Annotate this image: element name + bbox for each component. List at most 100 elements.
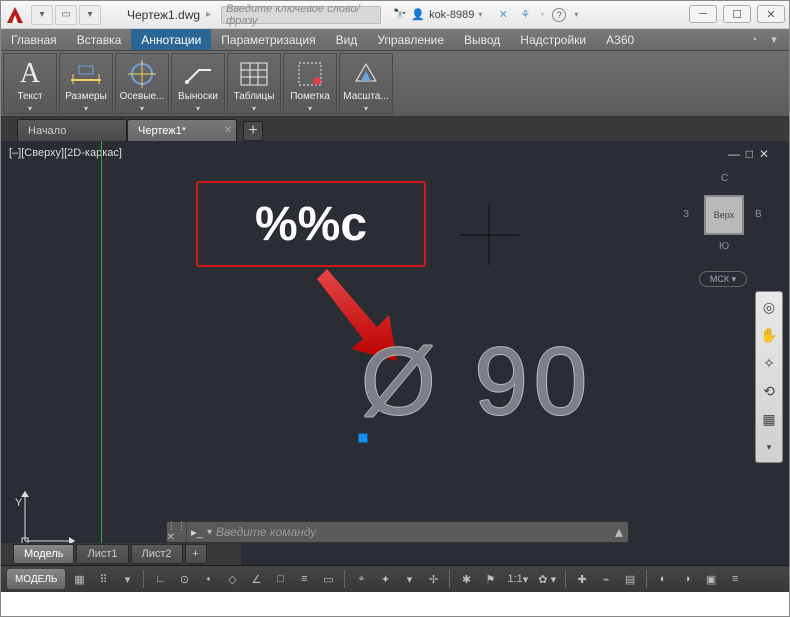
- maximize-window-button[interactable]: ☐: [723, 5, 751, 23]
- viewcube-face[interactable]: Верх: [704, 195, 744, 235]
- menu-tab-manage[interactable]: Управление: [367, 29, 454, 50]
- new-tab-button[interactable]: +: [243, 121, 263, 141]
- search-input[interactable]: Введите ключевое слово/фразу: [221, 6, 381, 24]
- panel-centerlines[interactable]: Осевые... ▾: [115, 53, 169, 114]
- quick-access-toolbar: ▾ ▭ ▾: [31, 5, 101, 25]
- panel-leaders[interactable]: Выноски ▾: [171, 53, 225, 114]
- command-line[interactable]: ⋮⋮ ✕ ▸_ ▾ Введите команду ▴: [166, 521, 629, 543]
- transparency-icon[interactable]: ▭: [318, 569, 338, 589]
- app-logo-icon[interactable]: [5, 5, 25, 25]
- layout-tab-bar: Модель Лист1 Лист2 +: [1, 543, 241, 565]
- panel-dimensions[interactable]: Размеры ▾: [59, 53, 113, 114]
- viewport-close-icon[interactable]: ✕: [759, 147, 769, 161]
- quick-properties-icon[interactable]: ▤: [620, 569, 640, 589]
- layout-tab-model[interactable]: Модель: [13, 544, 74, 564]
- menu-tab-view[interactable]: Вид: [326, 29, 368, 50]
- view-cube[interactable]: С Ю З В Верх МСК ▾: [679, 167, 769, 287]
- otrack-icon[interactable]: □: [270, 569, 290, 589]
- viewport-minimize-icon[interactable]: —: [728, 147, 740, 161]
- osnap-icon[interactable]: ◇: [222, 569, 242, 589]
- chevron-down-icon: ▾: [252, 104, 256, 113]
- ribbon: A Текст ▾ Размеры ▾ Осевые... ▾ Выноски …: [1, 51, 789, 117]
- clean-screen-icon[interactable]: ▣: [701, 569, 721, 589]
- viewport-maximize-icon[interactable]: □: [746, 147, 753, 161]
- title-bar: ▾ ▭ ▾ Чертеж1.dwg ▸ Введите ключевое сло…: [1, 1, 789, 29]
- command-history-icon[interactable]: ▴: [610, 522, 628, 542]
- lineweight-icon[interactable]: ≡: [294, 569, 314, 589]
- share-icon[interactable]: ⚘: [518, 8, 532, 22]
- table-icon: [240, 58, 268, 90]
- pan-icon[interactable]: ✋: [758, 324, 780, 346]
- layout-tab-sheet1[interactable]: Лист1: [76, 544, 128, 564]
- cmdline-handle-icon[interactable]: ⋮⋮ ✕: [167, 522, 187, 542]
- menu-tab-annotations[interactable]: Аннотации: [131, 29, 211, 50]
- navigation-bar: ◎ ✋ ✧ ⟲ ▦ ▾: [755, 291, 783, 463]
- menu-tab-home[interactable]: Главная: [1, 29, 67, 50]
- orbit-icon[interactable]: ⟲: [758, 380, 780, 402]
- zoom-extents-icon[interactable]: ✧: [758, 352, 780, 374]
- selection-filter-icon[interactable]: ▾: [399, 569, 419, 589]
- text-grip[interactable]: [358, 433, 368, 443]
- chevron-down-icon: ▾: [84, 104, 88, 113]
- panel-tables[interactable]: Таблицы ▾: [227, 53, 281, 114]
- help-icon[interactable]: ?: [552, 8, 566, 22]
- showmotion-icon[interactable]: ▦: [758, 408, 780, 430]
- featured-apps-icon[interactable]: ◔: [747, 33, 761, 47]
- user-icon: 👤: [411, 8, 425, 22]
- 3dosnap-icon[interactable]: ∠: [246, 569, 266, 589]
- command-input[interactable]: Введите команду: [212, 525, 610, 539]
- customization-icon[interactable]: ≡: [725, 569, 745, 589]
- add-layout-button[interactable]: +: [185, 544, 207, 564]
- cursor-crosshair-icon: [459, 205, 519, 265]
- panel-text[interactable]: A Текст ▾: [3, 53, 57, 114]
- close-icon[interactable]: ✕: [224, 125, 232, 136]
- units-icon[interactable]: ⌁: [596, 569, 616, 589]
- open-icon[interactable]: ▭: [55, 5, 77, 25]
- command-prompt-icon: ▸_: [187, 526, 207, 539]
- autoscale-icon[interactable]: ⚑: [480, 569, 500, 589]
- panel-scale[interactable]: Масшта... ▾: [339, 53, 393, 114]
- navbar-collapse-icon[interactable]: ▾: [758, 436, 780, 458]
- qat-dropdown-icon[interactable]: ▾: [79, 5, 101, 25]
- infocenter-icon[interactable]: ▾: [117, 569, 137, 589]
- steering-wheel-icon[interactable]: ◎: [758, 296, 780, 318]
- isodraft-icon[interactable]: ⬩: [198, 569, 218, 589]
- minimize-window-button[interactable]: ─: [689, 5, 717, 23]
- menu-tab-output[interactable]: Вывод: [454, 29, 510, 50]
- file-tab-start[interactable]: Начало: [17, 119, 127, 141]
- menu-tab-a360[interactable]: A360: [596, 29, 644, 50]
- dynamic-ucs-icon[interactable]: ✦: [375, 569, 395, 589]
- isolate-objects-icon[interactable]: ◑: [677, 569, 697, 589]
- close-window-button[interactable]: ✕: [757, 5, 785, 23]
- menu-tab-insert[interactable]: Вставка: [67, 29, 132, 50]
- new-icon[interactable]: ▾: [31, 5, 53, 25]
- annotation-visibility-icon[interactable]: ✱: [456, 569, 476, 589]
- gizmo-icon[interactable]: ✢: [423, 569, 443, 589]
- document-title: Чертеж1.dwg: [127, 8, 200, 22]
- panel-markup[interactable]: Пометка ▾: [283, 53, 337, 114]
- wcs-dropdown[interactable]: МСК ▾: [699, 271, 747, 287]
- menu-tab-addins[interactable]: Надстройки: [510, 29, 596, 50]
- ribbon-collapse-icon[interactable]: ▾: [767, 33, 781, 47]
- selection-cycling-icon[interactable]: ⌖: [351, 569, 371, 589]
- text-A-icon: A: [20, 58, 40, 90]
- workspace-icon[interactable]: ✿ ▾: [535, 569, 559, 589]
- chevron-down-icon: ▾: [140, 104, 144, 113]
- menu-tab-parametric[interactable]: Параметризация: [211, 29, 325, 50]
- drawing-canvas[interactable]: [–][Сверху][2D-каркас] — □ ✕ %%c Ø 90 Y …: [1, 141, 789, 565]
- diameter-text[interactable]: Ø 90: [361, 327, 593, 437]
- ortho-icon[interactable]: ∟: [150, 569, 170, 589]
- dimension-icon: [69, 58, 103, 90]
- grid-toggle-icon[interactable]: ▦: [69, 569, 89, 589]
- layout-tab-sheet2[interactable]: Лист2: [131, 544, 183, 564]
- annotation-monitor-icon[interactable]: ✚: [572, 569, 592, 589]
- user-block[interactable]: 🔭 👤 kok-8989 ▾: [393, 8, 482, 22]
- view-label[interactable]: [–][Сверху][2D-каркас]: [9, 147, 122, 159]
- hardware-accel-icon[interactable]: ◐: [653, 569, 673, 589]
- exchange-icon[interactable]: ✕: [496, 8, 510, 22]
- file-tab-drawing1[interactable]: Чертеж1*✕: [127, 119, 237, 141]
- annoscale-button[interactable]: 1:1 ▾: [504, 569, 531, 589]
- snap-toggle-icon[interactable]: ⠿: [93, 569, 113, 589]
- modelspace-button[interactable]: МОДЕЛЬ: [7, 569, 65, 589]
- polar-icon[interactable]: ⊙: [174, 569, 194, 589]
